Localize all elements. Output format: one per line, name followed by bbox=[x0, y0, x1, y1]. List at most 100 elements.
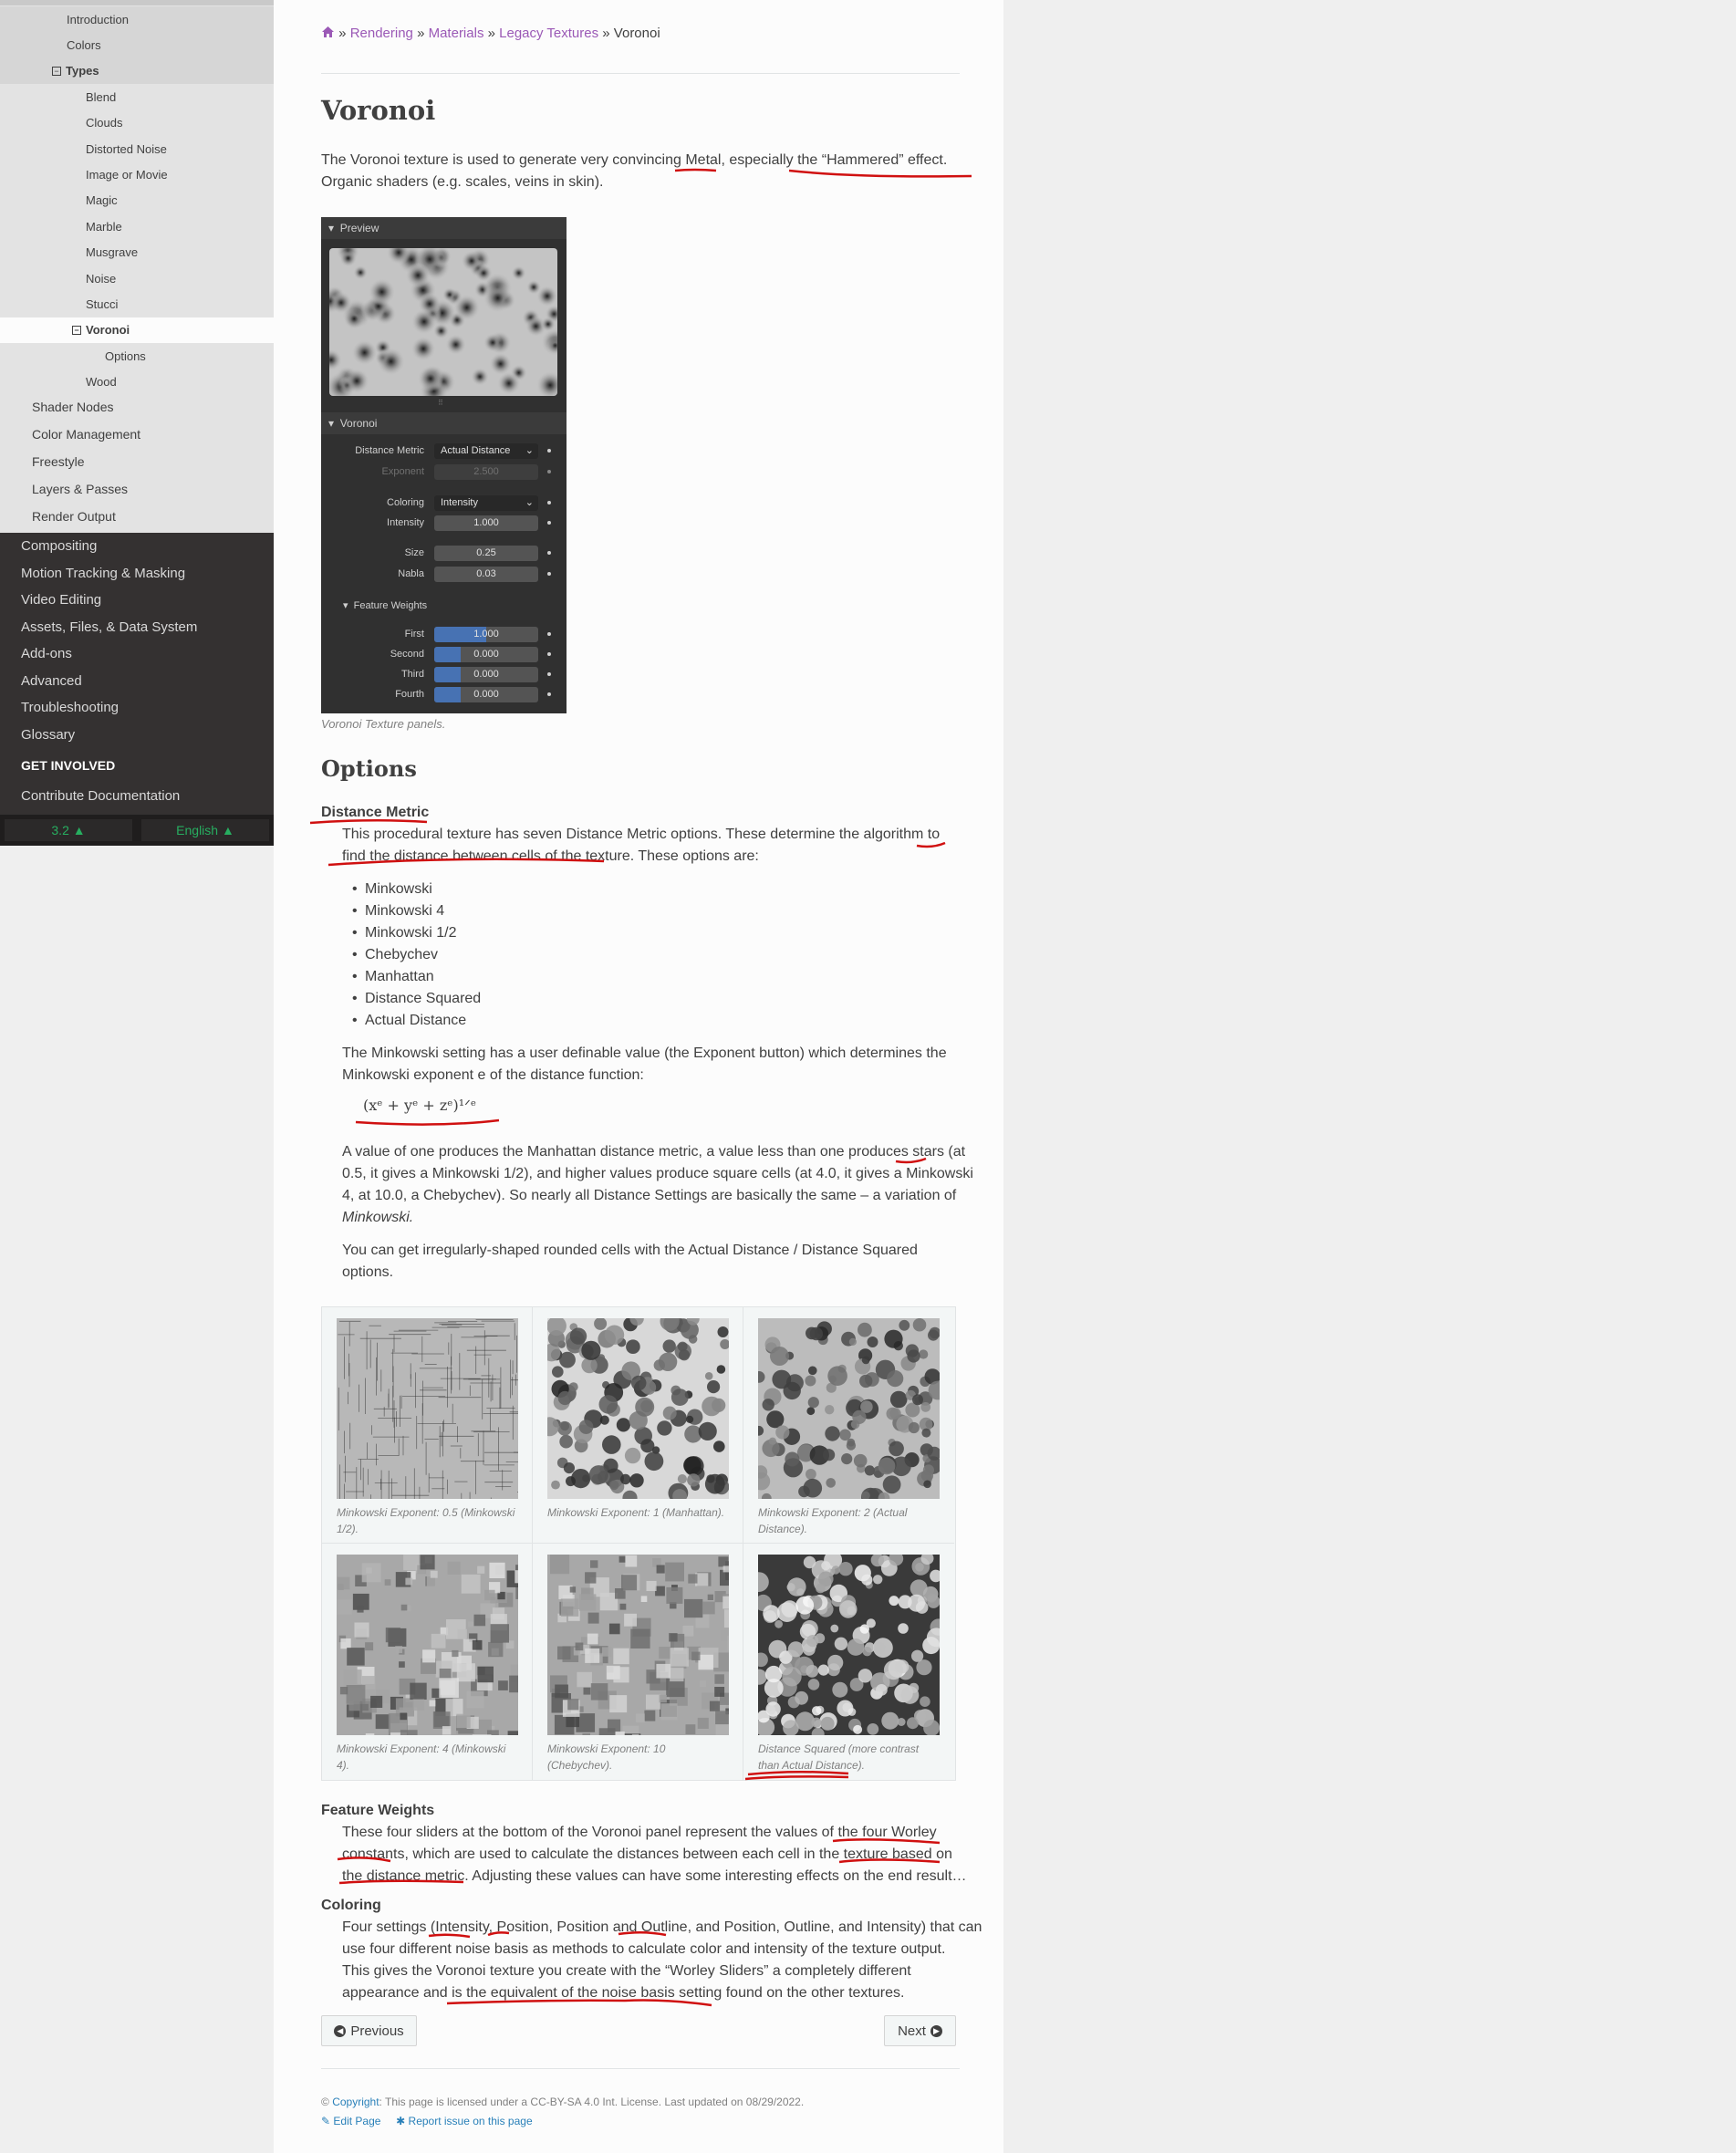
sidebar-item-advanced[interactable]: Advanced bbox=[0, 668, 274, 695]
previous-button[interactable]: ◀ Previous bbox=[321, 2015, 417, 2046]
keyframe-dot-icon[interactable] bbox=[547, 501, 551, 504]
keyframe-dot-icon[interactable] bbox=[547, 572, 551, 576]
texture-cell bbox=[659, 1647, 671, 1659]
gallery-caption-line-1: Minkowski Exponent: 1 (Manhattan). bbox=[547, 1506, 725, 1519]
feature-weights-header[interactable]: ▾ Feature Weights bbox=[343, 599, 427, 611]
sidebar-item-types[interactable]: − Types bbox=[0, 57, 274, 85]
intensity-field[interactable]: 1.000 bbox=[434, 515, 538, 531]
distance-metric-dropdown[interactable]: Actual Distance ⌄ bbox=[434, 443, 538, 459]
sidebar-item-stucci[interactable]: Stucci bbox=[0, 291, 274, 317]
texture-cell bbox=[609, 1695, 628, 1713]
sidebar-item-shader-nodes[interactable]: Shader Nodes bbox=[0, 393, 274, 421]
sidebar-item-colors[interactable]: Colors bbox=[0, 32, 274, 58]
texture-cell bbox=[447, 1561, 461, 1575]
sidebar-item-distorted-noise[interactable]: Distorted Noise bbox=[0, 136, 274, 162]
language-button[interactable]: English ▲ bbox=[141, 819, 269, 841]
texture-cell bbox=[920, 1402, 931, 1412]
texture-cell bbox=[412, 1699, 425, 1711]
sidebar-item-wood[interactable]: Wood bbox=[0, 369, 274, 395]
breadcrumb-legacy-textures[interactable]: Legacy Textures bbox=[499, 26, 598, 41]
sidebar-item-troubleshooting[interactable]: Troubleshooting bbox=[0, 694, 274, 722]
breadcrumb-materials[interactable]: Materials bbox=[429, 26, 484, 41]
texture-cell bbox=[670, 1667, 684, 1682]
sidebar-item-clouds[interactable]: Clouds bbox=[0, 109, 274, 136]
keyframe-dot-icon[interactable] bbox=[547, 652, 551, 656]
texture-cell bbox=[858, 1322, 872, 1337]
texture-cell bbox=[559, 1434, 573, 1449]
keyframe-dot-icon[interactable] bbox=[547, 449, 551, 452]
keyframe-dot-icon[interactable] bbox=[547, 551, 551, 555]
texture-sample-image bbox=[758, 1555, 940, 1735]
sidebar-item-assets-files-data-system[interactable]: Assets, Files, & Data System bbox=[0, 614, 274, 641]
preview-cell bbox=[329, 291, 353, 314]
sidebar-item-video-editing[interactable]: Video Editing bbox=[0, 587, 274, 614]
texture-cell bbox=[727, 1636, 729, 1651]
copyright-link[interactable]: Copyright bbox=[332, 2096, 379, 2108]
texture-cell bbox=[613, 1648, 629, 1665]
weight-slider[interactable]: 0.000 bbox=[434, 667, 538, 682]
size-field[interactable]: 0.25 bbox=[434, 546, 538, 561]
texture-cell bbox=[400, 1712, 408, 1721]
sidebar-item-marble[interactable]: Marble bbox=[0, 213, 274, 240]
edit-page-link[interactable]: ✎ Edit Page bbox=[321, 2115, 380, 2127]
gallery-figure: Minkowski Exponent: 0.5 (Minkowski 1/2). bbox=[322, 1307, 533, 1544]
texture-cell bbox=[861, 1356, 870, 1365]
keyframe-dot-icon[interactable] bbox=[547, 521, 551, 525]
texture-cell bbox=[876, 1684, 888, 1696]
weight-slider[interactable]: 0.000 bbox=[434, 647, 538, 662]
sidebar-item-musgrave[interactable]: Musgrave bbox=[0, 239, 274, 265]
texture-cell bbox=[636, 1713, 645, 1723]
sidebar-item-noise[interactable]: Noise bbox=[0, 265, 274, 292]
panel-caption: Voronoi Texture panels. bbox=[321, 717, 446, 731]
texture-cell bbox=[567, 1699, 579, 1711]
weight-slider[interactable]: 0.000 bbox=[434, 687, 538, 702]
collapse-toggle-icon[interactable]: − bbox=[52, 66, 61, 76]
sidebar-item-introduction[interactable]: Introduction bbox=[0, 6, 274, 33]
breadcrumb-rendering[interactable]: Rendering bbox=[350, 26, 413, 41]
preview-cell bbox=[483, 333, 503, 352]
exponent-field[interactable]: 2.500 bbox=[434, 464, 538, 480]
texture-cell bbox=[515, 1565, 518, 1571]
texture-cell bbox=[853, 1724, 863, 1734]
sidebar-item-add-ons[interactable]: Add-ons bbox=[0, 640, 274, 668]
sidebar-item-voronoi[interactable]: − Voronoi bbox=[0, 317, 274, 344]
keyframe-dot-icon[interactable] bbox=[547, 632, 551, 636]
texture-cell bbox=[832, 1681, 848, 1698]
texture-cell bbox=[878, 1457, 896, 1475]
texture-cell bbox=[412, 1623, 430, 1640]
texture-cell bbox=[825, 1405, 835, 1415]
sidebar-item-compositing[interactable]: Compositing bbox=[0, 533, 274, 560]
version-button[interactable]: 3.2 ▲ bbox=[5, 819, 132, 841]
resize-handle-icon[interactable]: ⠿ bbox=[438, 399, 443, 407]
sidebar-item-contribute-documentation[interactable]: Contribute Documentation bbox=[0, 783, 274, 810]
sidebar-item-motion-tracking-masking[interactable]: Motion Tracking & Masking bbox=[0, 560, 274, 588]
sidebar-item-freestyle[interactable]: Freestyle bbox=[0, 448, 274, 475]
texture-cell bbox=[579, 1594, 597, 1611]
next-button[interactable]: Next ▶ bbox=[884, 2015, 956, 2046]
sidebar-item-image-or-movie[interactable]: Image or Movie bbox=[0, 161, 274, 188]
weight-slider[interactable]: 1.000 bbox=[434, 627, 538, 642]
sidebar-item-label: Blend bbox=[86, 89, 117, 104]
texture-cell bbox=[910, 1579, 928, 1597]
texture-cell bbox=[697, 1717, 709, 1729]
sidebar-item-glossary[interactable]: Glossary bbox=[0, 722, 274, 749]
coloring-dropdown[interactable]: Intensity ⌄ bbox=[434, 495, 538, 511]
texture-cell bbox=[337, 1599, 352, 1615]
keyframe-dot-icon[interactable] bbox=[547, 692, 551, 696]
texture-cell bbox=[889, 1408, 901, 1420]
home-icon[interactable] bbox=[321, 26, 335, 38]
sidebar-item-label: Marble bbox=[86, 219, 122, 234]
sidebar-item-magic[interactable]: Magic bbox=[0, 187, 274, 214]
nabla-field[interactable]: 0.03 bbox=[434, 567, 538, 582]
report-issue-link[interactable]: ✱ Report issue on this page bbox=[396, 2115, 533, 2127]
sidebar-item-color-management[interactable]: Color Management bbox=[0, 421, 274, 448]
collapse-toggle-icon[interactable]: − bbox=[72, 325, 81, 335]
sidebar-item-layers-passes[interactable]: Layers & Passes bbox=[0, 475, 274, 503]
sidebar-item-options[interactable]: Options bbox=[0, 343, 274, 369]
keyframe-dot-icon[interactable] bbox=[547, 470, 551, 473]
texture-cell bbox=[666, 1586, 683, 1604]
keyframe-dot-icon[interactable] bbox=[547, 672, 551, 676]
sidebar-item-blend[interactable]: Blend bbox=[0, 84, 274, 110]
sidebar-item-render-output[interactable]: Render Output bbox=[0, 503, 274, 530]
distance-metric-option: Manhattan bbox=[352, 966, 481, 988]
